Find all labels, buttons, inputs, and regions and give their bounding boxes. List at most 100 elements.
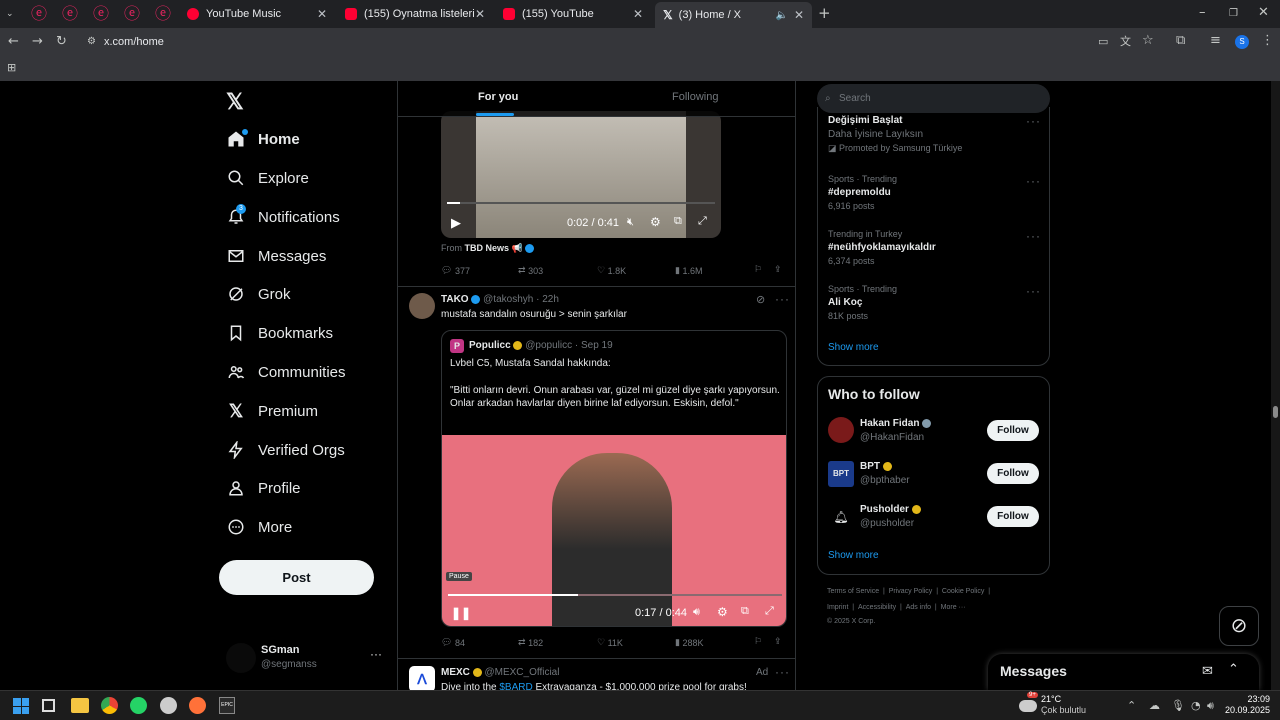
sidebar-item-explore[interactable]: Explore bbox=[226, 163, 309, 193]
bookmark-icon[interactable]: ⚐ bbox=[754, 636, 762, 647]
windows-start-icon[interactable] bbox=[13, 698, 29, 714]
video-progress-track[interactable] bbox=[448, 594, 782, 596]
reply-button[interactable]: 💬︎ 84 bbox=[441, 637, 465, 648]
more-dots-icon[interactable]: ··· bbox=[1026, 229, 1041, 243]
sidebar-item-premium[interactable]: 𝕏 Premium bbox=[226, 396, 318, 426]
pinned-tab-icon[interactable]: ⓔ bbox=[28, 5, 50, 23]
extensions-icon[interactable]: ⧉ bbox=[1176, 34, 1185, 48]
trends-show-more-link[interactable]: Show more bbox=[828, 342, 879, 353]
site-info-icon[interactable]: ⚙ bbox=[87, 31, 96, 53]
author-handle[interactable]: @MEXC_Official bbox=[484, 667, 559, 678]
pip-icon[interactable]: ⧉ bbox=[674, 215, 682, 228]
maximize-icon[interactable]: ❐ bbox=[1229, 7, 1238, 21]
forward-icon[interactable]: → bbox=[32, 35, 43, 49]
more-dots-icon[interactable]: ··· bbox=[775, 292, 790, 306]
pip-icon[interactable]: ⧉ bbox=[741, 605, 749, 618]
repost-button[interactable]: ⇄ 182 bbox=[518, 637, 543, 648]
mexc-logo-icon[interactable]: ᐱ bbox=[409, 666, 435, 692]
trend-item[interactable]: Sports · Trending #depremoldu 6,916 post… bbox=[828, 174, 897, 211]
browser-tab[interactable]: (155) Oynatma listeleri - YouTube ✕ bbox=[337, 3, 493, 25]
post-button[interactable]: Post bbox=[219, 560, 374, 595]
play-icon[interactable]: ▶ bbox=[451, 215, 461, 231]
media-control-icon[interactable]: ≡ bbox=[1210, 34, 1221, 48]
browser-tab-active[interactable]: 𝕏 (3) Home / X 🔈 ✕ bbox=[655, 2, 812, 28]
quoted-post[interactable]: P Populicc @populicc · Sep 19 Lvbel C5, … bbox=[441, 330, 787, 627]
x-logo-icon[interactable]: 𝕏 bbox=[226, 89, 244, 115]
more-dots-icon[interactable]: ··· bbox=[775, 665, 790, 679]
share-icon[interactable]: ⇪ bbox=[774, 264, 782, 275]
chevron-up-icon[interactable]: ⌃ bbox=[1228, 661, 1239, 677]
grok-float-icon[interactable]: ⊘ bbox=[1219, 606, 1259, 646]
apps-grid-icon[interactable]: ⊞ bbox=[7, 61, 16, 75]
author-handle[interactable]: @takoshyh bbox=[483, 294, 533, 305]
mute-icon[interactable]: 🔇︎ bbox=[627, 216, 634, 229]
reload-icon[interactable]: ↻ bbox=[56, 35, 67, 49]
profile-avatar-icon[interactable]: S bbox=[1235, 35, 1249, 49]
avatar[interactable] bbox=[409, 293, 435, 319]
back-icon[interactable]: ← bbox=[8, 35, 19, 49]
avatar[interactable] bbox=[828, 417, 854, 443]
sidebar-item-home[interactable]: Home bbox=[226, 124, 300, 154]
close-window-icon[interactable]: ✕ bbox=[1258, 6, 1269, 20]
trend-item[interactable]: Değişimi Başlat Daha İyisine Layıksın ◪ … bbox=[828, 115, 962, 154]
trend-item[interactable]: Trending in Turkey #neühfyoklamayıkaldır… bbox=[828, 229, 936, 266]
bell-icon[interactable]: 🔔︎ bbox=[828, 504, 854, 530]
video-progress-track[interactable] bbox=[447, 202, 715, 204]
weather-widget[interactable]: 9+ bbox=[1019, 692, 1038, 714]
network-icon[interactable]: ☁ bbox=[1149, 699, 1160, 713]
chevron-up-icon[interactable]: ⌃ bbox=[1127, 699, 1136, 713]
source-name[interactable]: TBD News bbox=[465, 243, 510, 253]
views-button[interactable]: ▮ 1.6M bbox=[675, 265, 702, 276]
whatsapp-icon[interactable] bbox=[130, 697, 147, 714]
more-dots-icon[interactable]: ··· bbox=[1026, 114, 1041, 128]
more-dots-icon[interactable]: ··· bbox=[1026, 174, 1041, 188]
chrome-menu-icon[interactable]: ⋮ bbox=[1261, 34, 1274, 48]
pinned-tab-icon[interactable]: ⓔ bbox=[121, 5, 143, 23]
sidebar-item-grok[interactable]: Grok bbox=[226, 279, 291, 309]
new-tab-icon[interactable]: + bbox=[818, 6, 831, 21]
file-explorer-icon[interactable] bbox=[71, 698, 89, 713]
share-icon[interactable]: ⇪ bbox=[774, 636, 782, 647]
footer-link[interactable]: Terms of Service bbox=[827, 588, 879, 595]
sidebar-item-verified-orgs[interactable]: Verified Orgs bbox=[226, 435, 345, 465]
translate-icon[interactable]: 文 bbox=[1120, 35, 1131, 49]
close-tab-icon[interactable]: ✕ bbox=[633, 7, 643, 21]
clock-date[interactable]: 20.09.2025 bbox=[1224, 705, 1270, 715]
minimize-icon[interactable]: – bbox=[1199, 6, 1206, 20]
volume-icon[interactable]: 🔊︎ bbox=[1207, 699, 1214, 713]
pinned-tab-icon[interactable]: ⓔ bbox=[90, 5, 112, 23]
url-field[interactable]: ⚙ x.com/home bbox=[82, 31, 1132, 53]
volume-icon[interactable]: 🔊︎ bbox=[693, 606, 700, 619]
page-scrollbar[interactable] bbox=[1271, 81, 1280, 690]
fullscreen-icon[interactable]: ⤢ bbox=[698, 215, 707, 228]
account-switcher[interactable]: SGman @segmanss ··· bbox=[224, 641, 384, 675]
close-tab-icon[interactable]: ✕ bbox=[475, 7, 485, 21]
settings-gear-icon[interactable]: ⚙ bbox=[717, 605, 728, 619]
more-dots-icon[interactable]: ··· bbox=[1026, 284, 1041, 298]
close-tab-icon[interactable]: ✕ bbox=[317, 7, 327, 21]
bpt-logo-icon[interactable]: BPT bbox=[828, 461, 854, 487]
close-tab-icon[interactable]: ✕ bbox=[794, 8, 804, 22]
sidebar-item-more[interactable]: More bbox=[226, 512, 292, 542]
follow-account-name[interactable]: Pusholder bbox=[860, 504, 921, 515]
repost-button[interactable]: ⇄ 303 bbox=[518, 265, 543, 276]
video-player[interactable]: Pause ❚❚ 0:17 / 0:44 🔊︎ ⚙ ⧉ ⤢ bbox=[442, 435, 786, 626]
pause-icon[interactable]: ❚❚ bbox=[451, 606, 471, 620]
pinned-tab-icon[interactable]: ⓔ bbox=[152, 5, 174, 23]
tab-search-icon[interactable]: ⌄ bbox=[6, 7, 14, 21]
footer-link[interactable]: Ads info bbox=[906, 604, 931, 611]
speaker-icon[interactable]: 🔈 bbox=[776, 10, 788, 21]
fullscreen-icon[interactable]: ⤢ bbox=[765, 605, 774, 618]
follow-account-name[interactable]: Hakan Fidan bbox=[860, 418, 932, 429]
more-dots-icon[interactable]: ··· bbox=[370, 647, 382, 661]
trend-item[interactable]: Sports · Trending Ali Koç 81K posts bbox=[828, 284, 897, 321]
microphone-icon[interactable]: 🎙︎ bbox=[1171, 699, 1185, 713]
author-name[interactable]: MEXC bbox=[441, 667, 470, 678]
reply-button[interactable]: 💬︎ 377 bbox=[441, 265, 470, 276]
follow-button[interactable]: Follow bbox=[987, 506, 1039, 527]
like-button[interactable]: ♡ 1.8K bbox=[597, 265, 626, 276]
new-message-icon[interactable]: ✉ bbox=[1202, 663, 1213, 679]
browser-tab[interactable]: YouTube Music ✕ bbox=[179, 3, 335, 25]
sidebar-item-bookmarks[interactable]: Bookmarks bbox=[226, 318, 333, 348]
browser-tab[interactable]: (155) YouTube ✕ bbox=[495, 3, 651, 25]
